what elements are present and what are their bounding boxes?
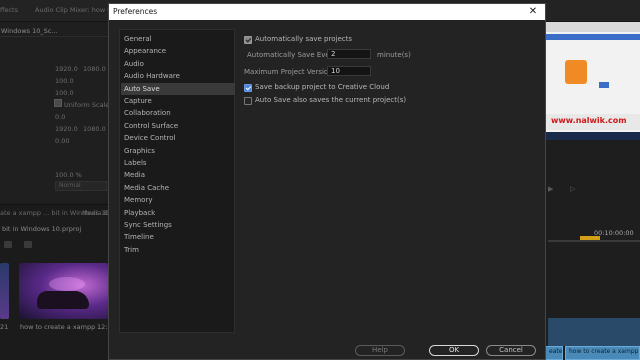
also-saves-current-checkbox[interactable]	[244, 97, 252, 105]
backup-cloud-label: Save backup project to Creative Cloud	[255, 83, 390, 91]
media-browser-tab[interactable]: Media Br	[82, 209, 111, 217]
prop-row: 100.0	[0, 87, 108, 99]
car-silhouette	[37, 291, 89, 309]
timeline-clip[interactable]: how to create a xampp on	[565, 346, 640, 360]
project-panel: ate a xampp ... bit in Windows 10 Media …	[0, 204, 112, 360]
thumb-caption: how to create a xampp ...	[20, 323, 104, 331]
nav-item-device-control[interactable]: Device Control	[121, 132, 235, 144]
auto-save-projects-checkbox[interactable]	[244, 36, 252, 44]
max-versions-label: Maximum Project Versions:	[244, 68, 339, 76]
blend-mode-select[interactable]: Normal	[55, 181, 107, 191]
sequence-tab-strip: Windows 10_Sc...	[0, 25, 108, 37]
prop-row: 1920.0 1080.0	[0, 123, 108, 135]
effect-controls-panel: Windows 10_Sc... 1920.0 1080.0 100.0 100.…	[0, 22, 110, 202]
also-saves-current-label: Auto Save also saves the current project…	[255, 96, 407, 104]
uniform-scale-checkbox[interactable]	[54, 99, 62, 107]
prop-value-2: 1080.0	[83, 65, 106, 73]
nav-item-timeline[interactable]: Timeline	[121, 231, 235, 243]
preferences-category-list: General Appearance Audio Audio Hardware …	[119, 29, 235, 333]
nav-item-appearance[interactable]: Appearance	[121, 45, 235, 57]
audio-clip-mixer-tab[interactable]: Audio Clip Mixer: how to	[35, 6, 114, 14]
prop-value-2: 1080.0	[83, 125, 106, 133]
nav-item-auto-save[interactable]: Auto Save	[121, 82, 235, 95]
nav-item-collaboration[interactable]: Collaboration	[121, 107, 235, 119]
prop-value: Uniform Scale	[64, 101, 110, 109]
auto-save-projects-label: Automatically save projects	[255, 35, 352, 43]
effects-tab[interactable]: ffects	[0, 6, 18, 14]
thumb-left-caption: 21	[0, 323, 9, 331]
list-view-icon[interactable]	[24, 241, 32, 248]
prop-value: 0.0	[55, 113, 66, 121]
car-glow	[49, 277, 85, 291]
timeline-clip[interactable]: eate a xa	[545, 346, 563, 360]
project-toolbar	[4, 241, 108, 249]
new-bin-icon[interactable]	[4, 241, 12, 248]
nav-item-audio[interactable]: Audio	[121, 58, 235, 70]
cancel-button[interactable]: Cancel	[486, 345, 536, 356]
nav-item-capture[interactable]: Capture	[121, 95, 235, 107]
nav-item-graphics[interactable]: Graphics	[121, 145, 235, 157]
preview-browser-bar	[545, 22, 640, 32]
prop-value: 1920.0	[55, 125, 78, 133]
prop-value: 100.0	[55, 77, 74, 85]
nav-item-trim[interactable]: Trim	[121, 244, 235, 256]
program-monitor-preview: www.nalwik.com	[545, 22, 640, 140]
prop-value: 1920.0	[55, 65, 78, 73]
clip-thumbnail-car[interactable]	[19, 263, 108, 319]
preview-url: www.nalwik.com	[551, 116, 627, 125]
backup-cloud-checkbox[interactable]	[244, 84, 252, 92]
nav-item-media-cache[interactable]: Media Cache	[121, 182, 235, 194]
nav-item-control-surface[interactable]: Control Surface	[121, 120, 235, 132]
help-button[interactable]: Help	[355, 345, 405, 356]
timeline-ruler[interactable]	[548, 240, 640, 242]
preview-button	[599, 82, 609, 88]
prop-row: 0.00	[0, 135, 108, 147]
preview-taskbar	[545, 132, 640, 140]
max-versions-input[interactable]	[327, 66, 371, 76]
prop-value: 100.0	[55, 89, 74, 97]
dialog-titlebar: Preferences ✕	[109, 4, 545, 20]
prop-value: 100.0 %	[55, 171, 82, 179]
nav-item-audio-hardware[interactable]: Audio Hardware	[121, 70, 235, 82]
ok-button[interactable]: OK	[429, 345, 479, 356]
prop-row: 0.0	[0, 111, 108, 123]
preview-blue-band	[545, 34, 640, 40]
auto-save-settings-pane: Automatically save projects Automaticall…	[243, 29, 541, 333]
nav-item-memory[interactable]: Memory	[121, 194, 235, 206]
project-file-name: bit in Windows 10.prproj	[2, 225, 82, 233]
nav-item-playback[interactable]: Playback	[121, 207, 235, 219]
prop-row: 1920.0 1080.0	[0, 63, 108, 75]
play-icon[interactable]: ▷	[570, 185, 575, 193]
prop-row: 100.0 %	[0, 169, 108, 181]
preferences-dialog: Preferences ✕ General Appearance Audio A…	[108, 3, 546, 360]
close-icon[interactable]: ✕	[527, 5, 539, 18]
step-back-icon[interactable]: ▶	[548, 185, 553, 193]
nav-item-media[interactable]: Media	[121, 169, 235, 181]
xampp-logo	[565, 60, 587, 84]
nav-item-general[interactable]: General	[121, 33, 235, 45]
nav-item-sync-settings[interactable]: Sync Settings	[121, 219, 235, 231]
sequence-tab[interactable]: Windows 10_Sc...	[1, 27, 58, 35]
save-every-label: Automatically Save Every:	[247, 51, 339, 59]
save-every-input[interactable]	[327, 49, 371, 59]
clip-thumbnail[interactable]	[0, 263, 9, 319]
prop-value: 0.00	[55, 137, 70, 145]
dialog-title: Preferences	[113, 7, 158, 16]
save-every-unit: minute(s)	[377, 51, 411, 59]
nav-item-labels[interactable]: Labels	[121, 157, 235, 169]
timeline-track-area	[548, 318, 640, 346]
prop-row: 100.0	[0, 75, 108, 87]
